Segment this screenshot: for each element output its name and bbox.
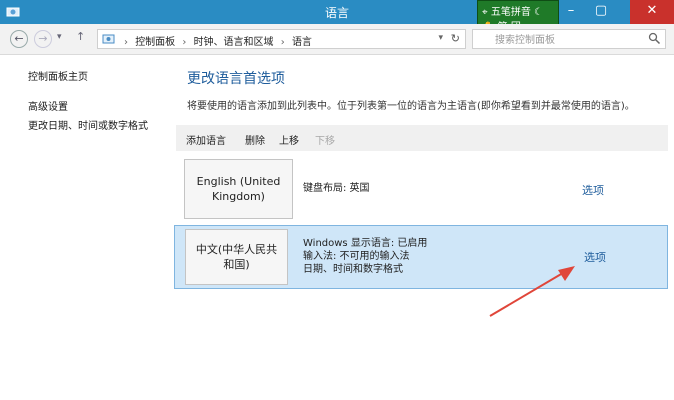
annotation-arrow-icon <box>489 266 575 317</box>
